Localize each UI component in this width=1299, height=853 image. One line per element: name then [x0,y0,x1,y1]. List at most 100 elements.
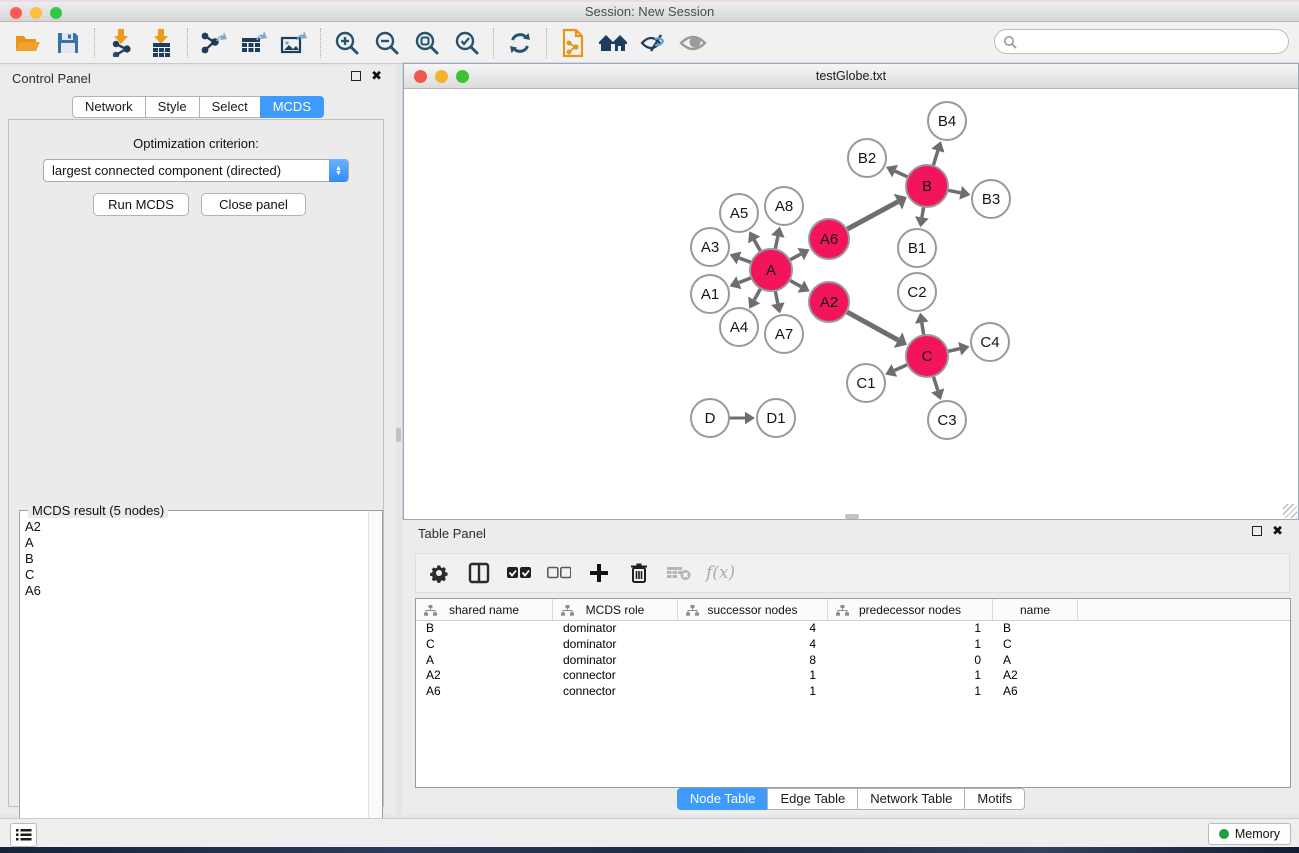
minimize-window-button[interactable] [30,7,42,19]
column-header-MCDS-role[interactable]: MCDS role [553,599,678,620]
edge-arrowhead-icon [771,227,785,238]
memory-button[interactable]: Memory [1208,823,1291,845]
open-session-icon[interactable] [8,26,48,60]
run-mcds-button[interactable]: Run MCDS [93,193,189,216]
export-network-icon[interactable] [194,26,234,60]
table-cell: A [416,653,553,669]
close-panel-button[interactable]: Close panel [201,193,306,216]
search-input[interactable] [1017,34,1288,49]
tab-edge-table[interactable]: Edge Table [767,788,858,810]
graphics-details-icon[interactable] [633,26,673,60]
close-network-window-button[interactable] [414,70,427,83]
search-box[interactable] [994,29,1289,54]
network-canvas[interactable]: AA2A6BCA1A3A4A5A7A8B1B2B3B4C1C2C3C4DD1 [404,89,1298,519]
import-table-icon[interactable] [141,26,181,60]
table-row[interactable]: Bdominator41B [416,621,1290,637]
home-icon[interactable] [593,26,633,60]
result-list-item[interactable]: A2 [21,519,367,535]
close-window-button[interactable] [10,7,22,19]
tab-node-table[interactable]: Node Table [677,788,769,810]
export-image-icon[interactable] [274,26,314,60]
table-row[interactable]: A6connector11A6 [416,684,1290,700]
tab-motifs[interactable]: Motifs [964,788,1025,810]
eye-icon[interactable] [673,26,713,60]
save-session-icon[interactable] [48,26,88,60]
node-table[interactable]: shared nameMCDS rolesuccessor nodesprede… [415,598,1291,788]
tab-network[interactable]: Network [72,96,146,118]
zoom-network-window-button[interactable] [456,70,469,83]
table-row[interactable]: A2connector11A2 [416,668,1290,684]
table-cell: 0 [828,653,993,669]
export-table-icon[interactable] [234,26,274,60]
table-cell: A6 [416,684,553,700]
column-header-name[interactable]: name [993,599,1078,620]
result-list-item[interactable]: B [21,551,367,567]
network-graph[interactable]: AA2A6BCA1A3A4A5A7A8B1B2B3B4C1C2C3C4DD1 [404,89,1298,519]
dropdown-stepper-icon: ▲▼ [329,159,348,182]
float-panel-icon[interactable] [1252,526,1262,536]
refresh-icon[interactable] [500,26,540,60]
result-list-item[interactable]: A6 [21,583,367,599]
float-panel-icon[interactable] [351,71,361,81]
import-network-icon[interactable] [101,26,141,60]
node-label-A2: A2 [820,294,838,311]
tab-select[interactable]: Select [199,96,261,118]
node-label-A4: A4 [730,319,748,336]
table-toolbar: f(x) [415,553,1290,593]
divider-handle[interactable] [396,428,401,442]
settings-gear-icon[interactable] [426,560,452,586]
divider-handle[interactable] [845,514,859,519]
close-panel-icon[interactable]: ✖ [371,71,382,81]
network-window-titlebar[interactable]: testGlobe.txt [404,64,1298,89]
zoom-fit-icon[interactable] [407,26,447,60]
mcds-result-title: MCDS result (5 nodes) [28,503,168,518]
main-toolbar [0,22,1299,64]
table-cell: 1 [678,668,828,684]
column-header-successor-nodes[interactable]: successor nodes [678,599,828,620]
table-cell: A [993,653,1078,669]
minimize-network-window-button[interactable] [435,70,448,83]
table-row[interactable]: Adominator80A [416,653,1290,669]
node-label-A3: A3 [701,239,719,256]
node-label-B4: B4 [938,113,956,130]
memory-label: Memory [1235,827,1280,841]
table-cell: 1 [678,684,828,700]
node-label-B3: B3 [982,191,1000,208]
column-header-predecessor-nodes[interactable]: predecessor nodes [828,599,993,620]
zoom-window-button[interactable] [50,7,62,19]
column-header-shared-name[interactable]: shared name [416,599,553,620]
result-list-item[interactable]: C [21,567,367,583]
column-chooser-icon[interactable] [466,560,492,586]
network-view-window: testGlobe.txt AA2A6BCA1A3A4A5A7A8B1B2B3B… [403,63,1299,520]
mcds-result-list[interactable]: A2ABCA6 [21,519,367,599]
table-cell: 4 [678,621,828,637]
optimization-criterion-label: Optimization criterion: [9,136,383,151]
zoom-out-icon[interactable] [367,26,407,60]
toolbar-separator [187,28,188,58]
task-history-button[interactable] [10,823,37,847]
zoom-in-icon[interactable] [327,26,367,60]
node-table-header: shared nameMCDS rolesuccessor nodesprede… [416,599,1290,621]
edge-arrowhead-icon [958,342,969,356]
new-network-from-selection-icon[interactable] [553,26,593,60]
result-scrollbar[interactable] [368,511,382,852]
add-column-icon[interactable] [586,560,612,586]
delete-column-icon[interactable] [626,560,652,586]
zoom-selected-icon[interactable] [447,26,487,60]
table-cell: dominator [553,637,678,653]
tab-mcds[interactable]: MCDS [260,96,324,118]
graph-edge[interactable] [845,311,898,340]
result-list-item[interactable]: A [21,535,367,551]
table-panel-tabs: Node TableEdge TableNetwork TableMotifs [403,788,1299,810]
criterion-dropdown[interactable]: largest connected component (directed) ▲… [43,159,349,182]
graph-edge[interactable] [845,202,898,231]
close-panel-icon[interactable]: ✖ [1272,526,1283,536]
table-cell: 1 [828,684,993,700]
resize-grip-icon[interactable] [1283,504,1297,518]
table-row[interactable]: Cdominator41C [416,637,1290,653]
edge-arrowhead-icon [959,186,970,200]
tab-style[interactable]: Style [145,96,200,118]
select-all-checkboxes-icon[interactable] [506,560,532,586]
deselect-all-checkboxes-icon[interactable] [546,560,572,586]
tab-network-table[interactable]: Network Table [857,788,965,810]
